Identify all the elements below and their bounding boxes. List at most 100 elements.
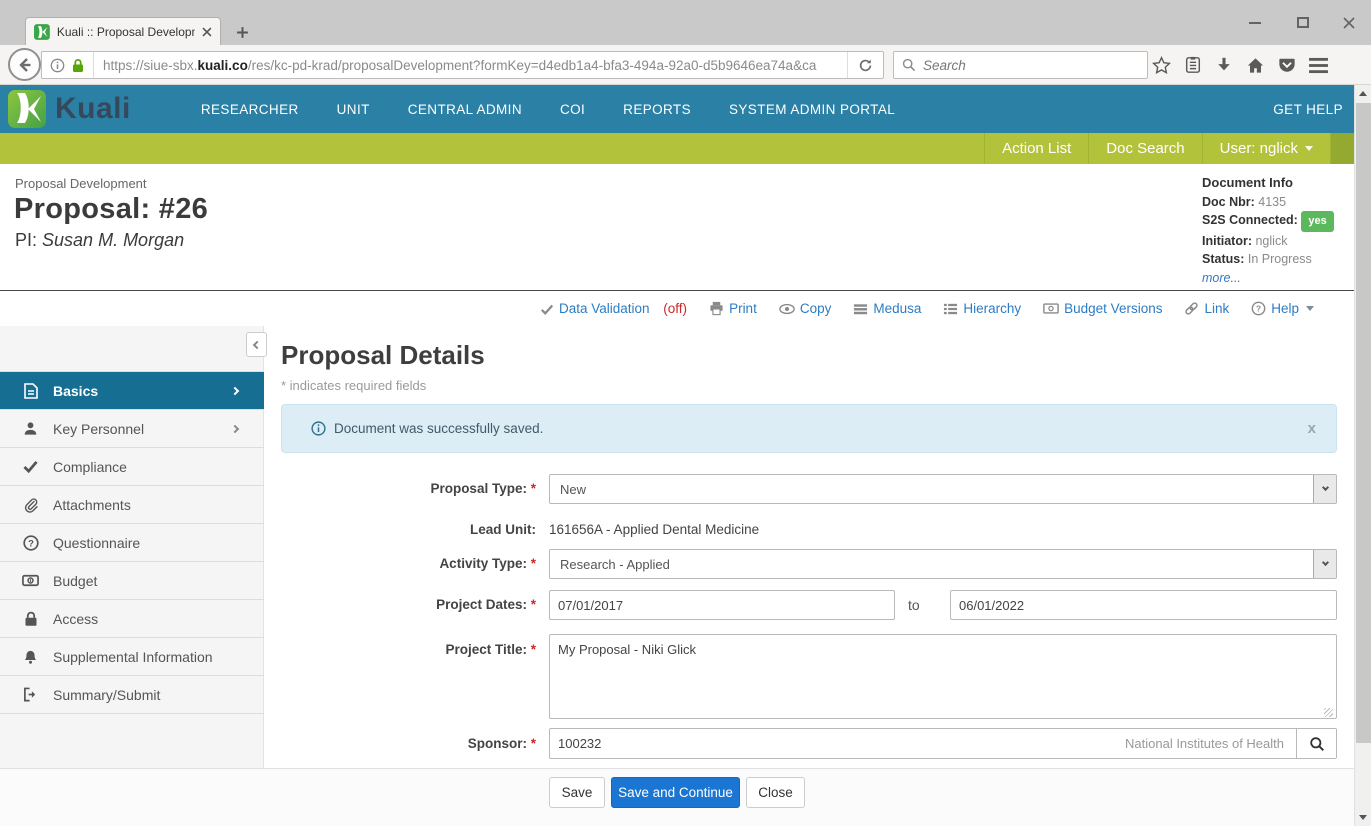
https-lock-icon[interactable] <box>71 58 85 73</box>
sidebar-item-compliance[interactable]: Compliance <box>0 448 264 486</box>
footer-action-bar: Save Save and Continue Close <box>0 768 1354 826</box>
stacked-bars-icon <box>853 302 868 316</box>
doc-nbr-row: Doc Nbr: 4135 <box>1202 193 1352 212</box>
user-menu[interactable]: User: nglick <box>1202 133 1330 164</box>
activity-type-select[interactable]: Research - Applied <box>549 549 1337 579</box>
sidebar-item-budget[interactable]: Budget <box>0 562 264 600</box>
help-menu-button[interactable]: ? Help <box>1251 301 1314 316</box>
search-bar[interactable] <box>893 51 1148 79</box>
sidebar-item-key-personnel[interactable]: Key Personnel <box>0 410 264 448</box>
alert-close-button[interactable]: x <box>1308 420 1316 437</box>
section-title: Proposal Details <box>281 340 485 371</box>
save-and-continue-button[interactable]: Save and Continue <box>611 777 740 808</box>
scroll-down-button[interactable] <box>1355 809 1371 826</box>
chevron-right-icon <box>231 386 239 394</box>
close-button[interactable] <box>1326 0 1371 45</box>
sidebar-item-basics[interactable]: Basics <box>0 372 264 410</box>
nav-item-central-admin[interactable]: CENTRAL ADMIN <box>408 102 522 117</box>
scroll-up-button[interactable] <box>1355 85 1371 102</box>
back-button[interactable] <box>8 48 41 81</box>
status-row: Status: In Progress <box>1202 250 1352 269</box>
save-button[interactable]: Save <box>549 777 605 808</box>
link-button[interactable]: Link <box>1184 301 1229 316</box>
print-button[interactable]: Print <box>709 301 757 316</box>
s2s-row: S2S Connected: yes <box>1202 211 1352 232</box>
home-icon[interactable] <box>1246 56 1265 75</box>
nav-item-researcher[interactable]: RESEARCHER <box>201 102 299 117</box>
data-validation-button[interactable]: Data Validation (off) <box>540 301 687 316</box>
app-label: Proposal Development <box>15 176 147 191</box>
nav-item-system-admin-portal[interactable]: SYSTEM ADMIN PORTAL <box>729 102 895 117</box>
scrollbar-thumb[interactable] <box>1356 103 1371 743</box>
tab-close-icon[interactable] <box>202 27 212 37</box>
select-dropdown-button[interactable] <box>1313 550 1336 578</box>
get-help-link[interactable]: GET HELP <box>1273 102 1343 117</box>
reload-button[interactable] <box>847 52 883 78</box>
doc-search-link[interactable]: Doc Search <box>1088 133 1201 164</box>
page-scrollbar[interactable] <box>1354 85 1371 826</box>
nav-item-unit[interactable]: UNIT <box>337 102 370 117</box>
bookmark-star-icon[interactable] <box>1152 56 1171 75</box>
chevron-down-icon <box>1306 306 1314 311</box>
maximize-button[interactable] <box>1280 0 1326 45</box>
minimize-button[interactable] <box>1232 0 1278 45</box>
action-list-link[interactable]: Action List <box>984 133 1088 164</box>
banknote-icon <box>1043 302 1059 315</box>
nav-item-reports[interactable]: REPORTS <box>623 102 691 117</box>
sidebar-item-attachments[interactable]: Attachments <box>0 486 264 524</box>
link-icon <box>1184 301 1199 316</box>
portal-bar-end-cap <box>1330 133 1354 164</box>
resize-grip[interactable] <box>1324 708 1333 717</box>
copy-button[interactable]: Copy <box>779 301 832 316</box>
hierarchy-button[interactable]: Hierarchy <box>943 301 1021 316</box>
proposal-type-label: Proposal Type: * <box>264 481 536 496</box>
sidebar-item-access[interactable]: Access <box>0 600 264 638</box>
svg-text:?: ? <box>28 538 34 549</box>
menu-hamburger-icon[interactable] <box>1309 57 1328 74</box>
select-dropdown-button[interactable] <box>1313 475 1336 503</box>
url-bar[interactable]: https://siue-sbx.kuali.co/res/kc-pd-krad… <box>41 51 884 79</box>
budget-versions-button[interactable]: Budget Versions <box>1043 301 1162 316</box>
close-form-button[interactable]: Close <box>746 777 805 808</box>
help-circle-icon: ? <box>1251 301 1266 316</box>
project-end-date-input[interactable] <box>950 590 1337 620</box>
sidebar-menu: Basics Key Personnel Compliance Attachme… <box>0 371 264 714</box>
kuali-logo[interactable] <box>8 90 46 128</box>
more-link[interactable]: more... <box>1202 269 1352 288</box>
kuali-brand[interactable]: Kuali <box>55 92 131 126</box>
search-input[interactable] <box>923 58 1139 73</box>
sidebar-item-summary-submit[interactable]: Summary/Submit <box>0 676 264 714</box>
sidebar-collapse-button[interactable] <box>246 332 267 357</box>
check-icon <box>22 460 39 473</box>
sponsor-display-name: National Institutes of Health <box>1125 736 1296 751</box>
info-icon <box>311 421 326 436</box>
activity-type-label: Activity Type: * <box>264 556 536 571</box>
sponsor-lookup-button[interactable] <box>1296 729 1336 758</box>
bookmarks-menu-icon[interactable] <box>1184 56 1202 74</box>
initiator-row: Initiator: nglick <box>1202 232 1352 251</box>
project-start-date-input[interactable] <box>549 590 895 620</box>
url-text[interactable]: https://siue-sbx.kuali.co/res/kc-pd-krad… <box>94 58 847 73</box>
browser-tab[interactable]: Kuali :: Proposal Developme <box>25 17 221 45</box>
page-info-icon[interactable] <box>50 58 65 73</box>
main-panel: Proposal Details * indicates required fi… <box>264 326 1354 768</box>
search-icon <box>1309 736 1325 752</box>
question-circle-icon: ? <box>22 535 39 551</box>
project-title-textarea[interactable]: My Proposal - Niki Glick <box>549 634 1337 719</box>
sidebar-item-questionnaire[interactable]: ? Questionnaire <box>0 524 264 562</box>
downloads-icon[interactable] <box>1215 56 1233 74</box>
sidebar-item-supplemental-information[interactable]: Supplemental Information <box>0 638 264 676</box>
new-tab-button[interactable] <box>228 21 256 43</box>
nav-item-coi[interactable]: COI <box>560 102 585 117</box>
proposal-type-select[interactable]: New <box>549 474 1337 504</box>
pocket-icon[interactable] <box>1278 56 1296 74</box>
sign-out-icon <box>22 687 39 702</box>
eye-icon <box>779 302 795 316</box>
success-alert: Document was successfully saved. x <box>281 404 1337 453</box>
chevron-down-icon <box>1305 146 1313 151</box>
chevron-left-icon <box>252 340 260 348</box>
page-title: Proposal: #26 <box>14 193 208 226</box>
sponsor-input[interactable] <box>550 736 1125 751</box>
project-title-label: Project Title: * <box>264 642 536 657</box>
medusa-button[interactable]: Medusa <box>853 301 921 316</box>
